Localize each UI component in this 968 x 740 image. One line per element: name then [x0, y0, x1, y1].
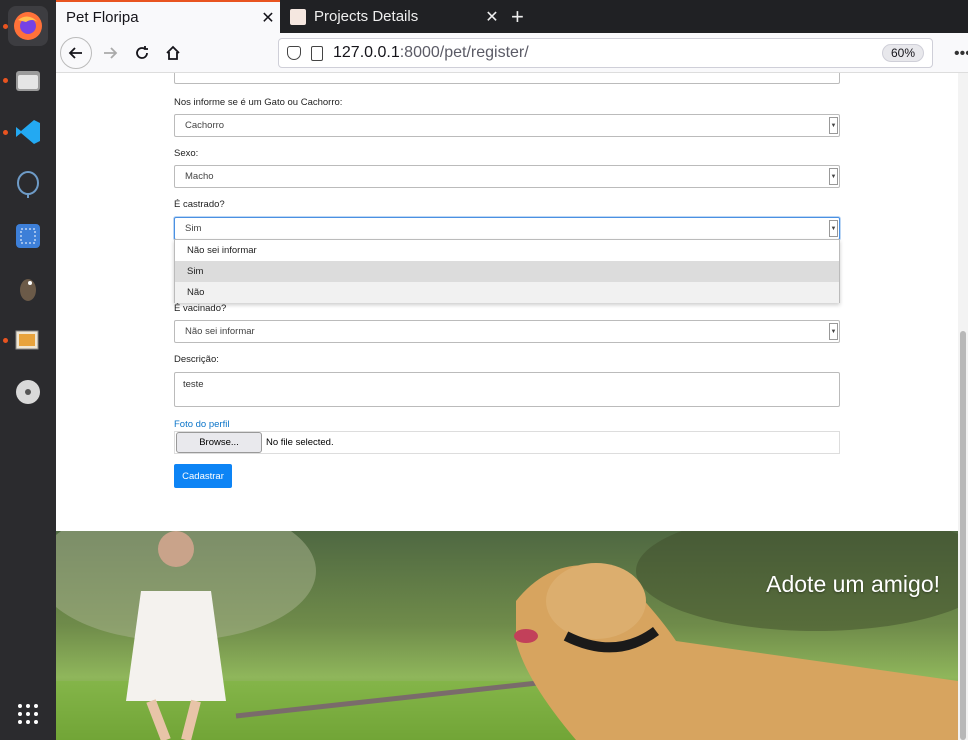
castrated-dropdown: Não sei informar Sim Não	[174, 239, 840, 303]
address-bar[interactable]: 127.0.0.1:8000/pet/register/ 60%	[278, 38, 933, 68]
show-applications-icon[interactable]	[8, 694, 48, 734]
option-nao-sei-informar[interactable]: Não sei informar	[175, 240, 839, 261]
vscode-icon[interactable]	[8, 112, 48, 152]
vaccinated-label: É vacinado?	[174, 303, 227, 314]
shield-icon[interactable]	[287, 46, 301, 60]
close-tab-icon[interactable]: ✕	[256, 8, 280, 28]
tab-title: Pet Floripa	[66, 9, 139, 26]
disc-icon[interactable]	[8, 372, 48, 412]
tab-title: Projects Details	[314, 8, 419, 25]
tab-bar: Pet Floripa ✕ Projects Details ✕ +	[56, 0, 968, 33]
hero-title: Adote um amigo!	[766, 571, 940, 597]
description-label: Descrição:	[174, 354, 219, 365]
image-viewer-icon[interactable]	[8, 320, 48, 360]
castrated-select[interactable]: Sim ▼	[174, 217, 840, 240]
chevron-down-icon: ▼	[829, 117, 838, 134]
file-status: No file selected.	[266, 437, 334, 448]
sex-value: Macho	[185, 171, 214, 182]
scrollbar-thumb[interactable]	[960, 331, 966, 740]
photo-label: Foto do perfil	[174, 419, 230, 430]
hero-image	[56, 531, 958, 740]
castrated-value: Sim	[185, 223, 202, 234]
firefox-icon[interactable]	[8, 6, 48, 46]
page-icon	[311, 45, 323, 61]
sex-label: Sexo:	[174, 148, 199, 159]
option-nao[interactable]: Não	[175, 282, 839, 303]
ubuntu-dock	[0, 0, 56, 740]
chevron-down-icon: ▼	[829, 323, 838, 340]
forward-arrow-icon[interactable]	[94, 37, 126, 69]
page-scrollbar[interactable]	[958, 73, 968, 740]
postgresql-icon[interactable]	[8, 164, 48, 204]
submit-button[interactable]: Cadastrar	[174, 464, 232, 488]
screenshot-tool-icon[interactable]	[8, 216, 48, 256]
home-icon[interactable]	[157, 37, 189, 69]
back-arrow-icon[interactable]	[60, 37, 92, 69]
new-tab-icon[interactable]: +	[511, 4, 524, 30]
files-icon[interactable]	[8, 60, 48, 100]
sex-select[interactable]: Macho ▼	[174, 165, 840, 188]
vaccinated-value: Não sei informar	[185, 326, 255, 337]
navigation-bar: 127.0.0.1:8000/pet/register/ 60% •••	[56, 33, 968, 73]
favicon-icon	[290, 8, 306, 25]
type-label: Nos informe se é um Gato ou Cachorro:	[174, 97, 343, 108]
castrated-label: É castrado?	[174, 199, 225, 210]
option-sim[interactable]: Sim	[175, 261, 839, 282]
tab-pet-floripa[interactable]: Pet Floripa ✕	[56, 0, 280, 33]
chevron-down-icon: ▼	[829, 168, 838, 185]
chevron-down-icon: ▼	[829, 220, 838, 237]
description-textarea[interactable]: teste	[174, 372, 840, 407]
zoom-level[interactable]: 60%	[881, 44, 924, 62]
type-value: Cachorro	[185, 120, 225, 131]
type-select[interactable]: Cachorro ▼	[174, 114, 840, 137]
close-tab-icon[interactable]: ✕	[480, 7, 504, 27]
gimp-icon[interactable]	[8, 268, 48, 308]
page-content: Nos informe se é um Gato ou Cachorro: Ca…	[56, 73, 958, 740]
more-menu-icon[interactable]: •••	[954, 45, 968, 63]
firefox-window: Pet Floripa ✕ Projects Details ✕ + 127.0…	[56, 0, 968, 740]
photo-file-input[interactable]: Browse... No file selected.	[174, 431, 840, 454]
browse-button[interactable]: Browse...	[176, 432, 262, 453]
url-path: :8000/pet/register/	[399, 44, 529, 61]
previous-field[interactable]	[174, 73, 840, 84]
hero-banner: Adote um amigo!	[56, 531, 958, 740]
reload-icon[interactable]	[126, 37, 158, 69]
vaccinated-select[interactable]: Não sei informar ▼	[174, 320, 840, 343]
tab-projects-details[interactable]: Projects Details ✕	[282, 0, 504, 33]
url-host: 127.0.0.1	[333, 44, 400, 61]
